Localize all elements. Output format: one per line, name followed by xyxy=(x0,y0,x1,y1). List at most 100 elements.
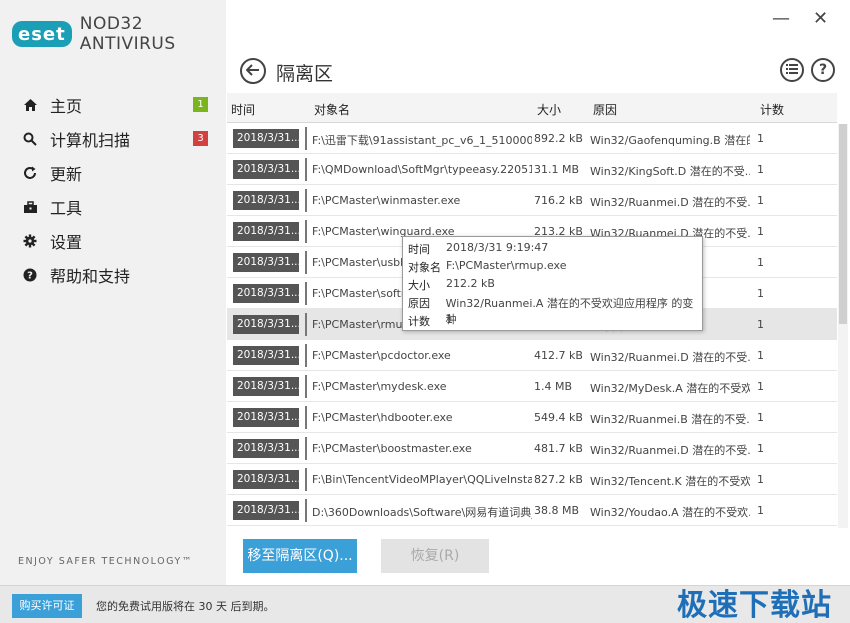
column-header-reason[interactable]: 原因 xyxy=(593,101,617,118)
move-to-quarantine-button[interactable]: 移至隔离区(Q)... xyxy=(243,539,357,573)
column-header-size[interactable]: 大小 xyxy=(537,101,561,118)
cell-time: 2018/3/31... xyxy=(233,346,299,365)
cell-time: 2018/3/31... xyxy=(233,160,299,179)
tooltip-size-label: 大小 xyxy=(408,279,430,292)
cell-size: 31.1 MB xyxy=(534,163,580,176)
cell-object-name: F:\Bin\TencentVideoMPlayer\QQLiveInstall… xyxy=(312,473,532,486)
table-scrollbar[interactable] xyxy=(838,124,848,528)
cell-count: 1 xyxy=(757,256,764,269)
slogan: ENJOY SAFER TECHNOLOGY™ xyxy=(18,556,193,567)
sidebar-item-label: 工具 xyxy=(50,199,83,218)
cell-reason: Win32/Ruanmei.B 潜在的不受... xyxy=(590,413,750,426)
cell-reason: Win32/Youdao.A 潜在的不受欢... xyxy=(590,506,750,519)
minimize-button[interactable]: — xyxy=(772,8,790,29)
arrow-left-icon xyxy=(245,62,260,80)
cell-size: 38.8 MB xyxy=(534,504,580,517)
sidebar-item-computer-scan[interactable]: 计算机扫描 3 xyxy=(0,122,226,156)
watermark: 极速下载站 xyxy=(677,588,832,623)
table-header: 时间 对象名 大小 原因 计数 xyxy=(227,93,837,123)
column-header-count[interactable]: 计数 xyxy=(760,101,784,118)
restore-button[interactable]: 恢复(R) xyxy=(381,539,489,573)
list-view-button[interactable] xyxy=(780,58,804,82)
sidebar-item-label: 更新 xyxy=(50,165,83,184)
close-button[interactable]: ✕ xyxy=(813,8,828,29)
cell-time: 2018/3/31... xyxy=(233,439,299,458)
table-row[interactable]: 2018/3/31... F:\PCMaster\boostmaster.exe 4… xyxy=(227,433,837,464)
sidebar-item-tools[interactable]: 工具 xyxy=(0,190,226,224)
column-header-object[interactable]: 对象名 xyxy=(314,101,350,118)
help-button[interactable]: ? xyxy=(811,58,835,82)
cell-object-name: F:\PCMaster\pcdoctor.exe xyxy=(312,349,451,362)
scrollbar-thumb[interactable] xyxy=(839,124,847,324)
row-divider xyxy=(305,158,307,181)
row-divider xyxy=(305,344,307,367)
table-row[interactable]: 2018/3/31... F:\QMDownload\SoftMgr\typeea… xyxy=(227,154,837,185)
cell-time: 2018/3/31... xyxy=(233,191,299,210)
tooltip-count-value: 1 xyxy=(446,313,453,326)
sidebar-item-update[interactable]: 更新 xyxy=(0,156,226,190)
cell-count: 1 xyxy=(757,411,764,424)
column-header-time[interactable]: 时间 xyxy=(231,101,255,118)
sidebar-nav: 主页 1 计算机扫描 3 更新 工具 设置 ? 帮助和支持 xyxy=(0,88,226,292)
tooltip-object-value: F:\PCMaster\rmup.exe xyxy=(446,259,567,272)
sidebar-item-settings[interactable]: 设置 xyxy=(0,224,226,258)
cell-count: 1 xyxy=(757,504,764,517)
cell-count: 1 xyxy=(757,318,764,331)
sidebar-item-label: 主页 xyxy=(50,97,83,116)
table-row[interactable]: 2018/3/31... F:\迅雷下载\91assistant_pc_v6_1_… xyxy=(227,123,837,154)
cell-time: 2018/3/31... xyxy=(233,470,299,489)
back-button[interactable] xyxy=(240,58,266,84)
svg-text:?: ? xyxy=(27,271,33,282)
cell-size: 892.2 kB xyxy=(534,132,583,145)
cell-reason: Win32/Ruanmei.D 潜在的不受... xyxy=(590,351,750,364)
cell-size: 716.2 kB xyxy=(534,194,583,207)
tooltip-time-label: 时间 xyxy=(408,243,430,256)
row-divider xyxy=(305,499,307,522)
cell-size: 1.4 MB xyxy=(534,380,573,393)
row-divider xyxy=(305,251,307,274)
table-row[interactable]: 2018/3/31... F:\PCMaster\winmaster.exe 716… xyxy=(227,185,837,216)
cell-time: 2018/3/31... xyxy=(233,222,299,241)
row-detail-tooltip: 时间 2018/3/31 9:19:47 对象名 F:\PCMaster\rmup.… xyxy=(402,236,703,331)
sidebar-item-home[interactable]: 主页 1 xyxy=(0,88,226,122)
cell-time: 2018/3/31... xyxy=(233,377,299,396)
cell-time: 2018/3/31... xyxy=(233,129,299,148)
eset-logo: eset xyxy=(12,21,72,47)
sidebar-item-help[interactable]: ? 帮助和支持 xyxy=(0,258,226,292)
cell-time: 2018/3/31... xyxy=(233,284,299,303)
cell-count: 1 xyxy=(757,163,764,176)
table-row[interactable]: 2018/3/31... F:\Bin\TencentVideoMPlayer\Q… xyxy=(227,464,837,495)
cell-size: 412.7 kB xyxy=(534,349,583,362)
sidebar-item-label: 计算机扫描 xyxy=(50,131,131,150)
cell-object-name: F:\PCMaster\winmaster.exe xyxy=(312,194,461,207)
notification-badge: 3 xyxy=(193,131,208,146)
cell-time: 2018/3/31... xyxy=(233,315,299,334)
row-divider xyxy=(305,375,307,398)
tooltip-reason-value: Win32/Ruanmei.A 潜在的不受欢迎应用程序 的变种 xyxy=(445,297,694,326)
cell-count: 1 xyxy=(757,380,764,393)
table-row[interactable]: 2018/3/31... D:\360Downloads\Software\网易有… xyxy=(227,495,837,526)
row-divider xyxy=(305,127,307,150)
tooltip-size-value: 212.2 kB xyxy=(446,277,495,290)
search-icon xyxy=(22,131,38,147)
cell-size: 481.7 kB xyxy=(534,442,583,455)
row-divider xyxy=(305,468,307,491)
cell-count: 1 xyxy=(757,132,764,145)
cell-object-name: F:\PCMaster\mydesk.exe xyxy=(312,380,447,393)
table-row[interactable]: 2018/3/31... F:\PCMaster\pcdoctor.exe 412.… xyxy=(227,340,837,371)
cell-time: 2018/3/31... xyxy=(233,253,299,272)
cell-object-name: F:\迅雷下载\91assistant_pc_v6_1_510000055... xyxy=(312,134,532,147)
table-row[interactable]: 2018/3/31... F:\PCMaster\mydesk.exe 1.4 MB… xyxy=(227,371,837,402)
cell-time: 2018/3/31... xyxy=(233,501,299,520)
tooltip-object-label: 对象名 xyxy=(408,261,441,274)
tooltip-count-label: 计数 xyxy=(408,315,430,328)
sidebar-item-label: 帮助和支持 xyxy=(50,267,131,286)
cell-object-name: F:\PCMaster\hdbooter.exe xyxy=(312,411,453,424)
table-row[interactable]: 2018/3/31... F:\PCMaster\hdbooter.exe 549.… xyxy=(227,402,837,433)
tooltip-reason-label: 原因 xyxy=(408,297,430,310)
cell-count: 1 xyxy=(757,287,764,300)
cell-reason: Win32/Ruanmei.D 潜在的不受... xyxy=(590,196,750,209)
notification-badge: 1 xyxy=(193,97,208,112)
buy-license-button[interactable]: 购买许可证 xyxy=(12,594,82,618)
cell-reason: Win32/Ruanmei.D 潜在的不受... xyxy=(590,444,750,457)
